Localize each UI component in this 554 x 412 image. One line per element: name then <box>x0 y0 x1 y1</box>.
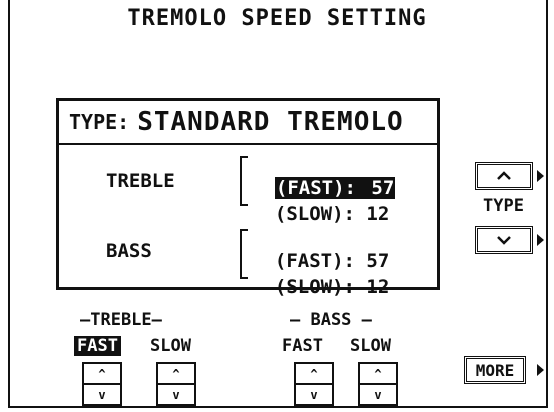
chevron-down-icon: v <box>98 387 106 402</box>
treble-group-label: —TREBLE— <box>80 310 162 330</box>
type-up-button[interactable] <box>475 162 533 190</box>
chevron-down-icon: v <box>374 387 382 402</box>
bass-fast-up-button[interactable]: ^ <box>296 364 332 385</box>
type-down-button[interactable] <box>475 226 533 254</box>
more-button[interactable]: MORE <box>464 356 526 384</box>
treble-slow-stepper[interactable]: ^ v <box>156 362 196 406</box>
bass-fast-control-label: FAST <box>282 336 323 356</box>
more-button-label: MORE <box>475 360 515 380</box>
type-selector-label: TYPE <box>483 196 524 216</box>
chevron-up-icon: ^ <box>374 366 382 381</box>
chevron-up-icon: ^ <box>172 366 180 381</box>
bass-slow-down-button[interactable]: v <box>360 385 396 404</box>
type-down-arrow-icon <box>537 234 544 246</box>
treble-slow-down-button[interactable]: v <box>158 385 194 404</box>
bass-slow-stepper[interactable]: ^ v <box>358 362 398 406</box>
bass-fast-down-button[interactable]: v <box>296 385 332 404</box>
treble-fast-label-active: FAST <box>74 336 121 356</box>
more-arrow-icon <box>537 364 544 376</box>
chevron-up-icon <box>497 171 511 180</box>
bass-slow-label: (SLOW): <box>274 276 355 298</box>
bass-slow-up-button[interactable]: ^ <box>360 364 396 385</box>
treble-fast-up-button[interactable]: ^ <box>84 364 120 385</box>
treble-slow-control-label: SLOW <box>150 336 191 356</box>
bass-slow-value: 12 <box>366 276 390 298</box>
chevron-down-icon <box>497 236 511 245</box>
bass-group-label: — BASS — <box>290 310 372 330</box>
treble-slow-label: (SLOW): <box>274 203 355 225</box>
bass-label: BASS <box>106 240 152 262</box>
treble-bracket <box>240 156 248 206</box>
bass-slow-control-label: SLOW <box>350 336 391 356</box>
chevron-down-icon: v <box>310 387 318 402</box>
treble-slow-up-button[interactable]: ^ <box>158 364 194 385</box>
type-header: TYPE: STANDARD TREMOLO <box>59 101 437 145</box>
treble-slow-row[interactable]: (SLOW): 12 <box>252 181 389 225</box>
bass-slow-row[interactable]: (SLOW): 12 <box>252 254 389 298</box>
treble-fast-down-button[interactable]: v <box>84 385 120 404</box>
bass-fast-stepper[interactable]: ^ v <box>294 362 334 406</box>
type-up-arrow-icon <box>537 170 544 182</box>
treble-label: TREBLE <box>106 170 175 192</box>
chevron-up-icon: ^ <box>310 366 318 381</box>
chevron-down-icon: v <box>172 387 180 402</box>
type-prefix-label: TYPE: <box>69 110 130 134</box>
treble-slow-value: 12 <box>366 203 390 225</box>
treble-fast-stepper[interactable]: ^ v <box>82 362 122 406</box>
bass-bracket <box>240 229 248 279</box>
chevron-up-icon: ^ <box>98 366 106 381</box>
tremolo-type-name: STANDARD TREMOLO <box>137 107 404 137</box>
page-title: TREMOLO SPEED SETTING <box>127 6 427 31</box>
